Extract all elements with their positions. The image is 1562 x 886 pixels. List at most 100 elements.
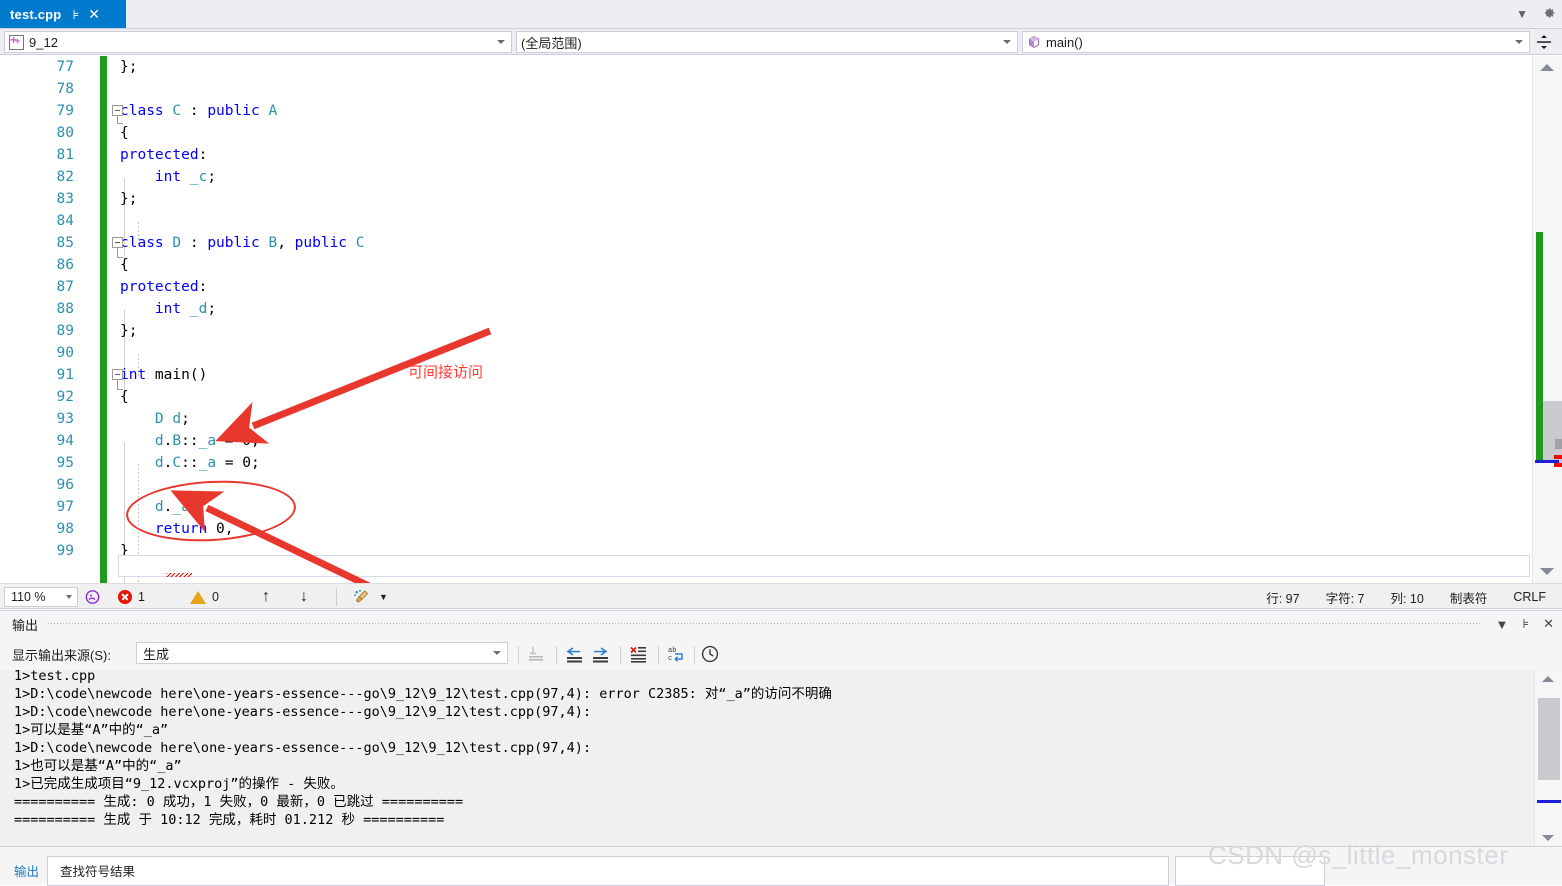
member-dropdown[interactable]: main() — [1022, 31, 1530, 53]
code-line[interactable]: d.C::_a = 0; — [120, 452, 260, 474]
line-number: 96 — [56, 477, 74, 493]
warning-icon — [190, 590, 206, 604]
close-icon[interactable]: ✕ — [1543, 616, 1554, 632]
chevron-down-icon — [493, 651, 501, 655]
output-source-value: 生成 — [143, 646, 170, 662]
scroll-up-arrow-icon[interactable] — [1540, 64, 1554, 71]
collapse-toggle-icon[interactable] — [112, 369, 123, 380]
tab-strip-controls: ▼ — [1516, 0, 1556, 28]
project-dropdown[interactable]: 9_12 — [4, 31, 512, 53]
bottom-tab-find-symbol[interactable]: 查找符号结果 — [60, 861, 135, 880]
code-line[interactable]: D d; — [120, 408, 190, 430]
code-line[interactable]: int main() — [120, 364, 207, 386]
go-to-previous-icon[interactable] — [564, 644, 586, 664]
error-count-indicator[interactable]: 1 — [118, 584, 145, 610]
chevron-down-icon[interactable]: ▼ — [1495, 617, 1508, 632]
editor-vertical-scrollbar[interactable] — [1532, 56, 1562, 583]
show-timestamps-icon[interactable] — [700, 644, 722, 664]
line-number: 85 — [56, 235, 74, 251]
code-line[interactable]: { — [120, 122, 129, 144]
editor-tab-test-cpp[interactable]: test.cpp ⊧ ✕ — [0, 0, 126, 28]
error-count-label: 1 — [138, 590, 145, 604]
line-number: 84 — [56, 213, 74, 229]
code-line[interactable]: class D : public B, public C — [120, 232, 365, 254]
output-line: 1>可以是基“A”中的“_a” — [14, 722, 169, 738]
code-line[interactable]: protected: — [120, 276, 207, 298]
gear-icon[interactable] — [1542, 6, 1556, 22]
warning-count-label: 0 — [212, 590, 219, 604]
code-line[interactable]: d.B::_a = 0; — [120, 430, 260, 452]
clear-errors-icon[interactable] — [628, 644, 650, 664]
code-line[interactable]: class C : public A — [120, 100, 277, 122]
scroll-down-arrow-icon[interactable] — [1542, 835, 1554, 841]
output-panel-header: 输出 ▼ ⊧ ✕ — [0, 611, 1562, 637]
code-line[interactable]: { — [120, 254, 129, 276]
line-ending-indicator: CRLF — [1513, 590, 1546, 604]
collapse-toggle-icon[interactable] — [112, 237, 123, 248]
output-line: 1>D:\code\newcode here\one-years-essence… — [14, 686, 832, 702]
bottom-tab-output[interactable]: 输出 — [14, 861, 39, 880]
header-dotted-rule — [48, 623, 1482, 624]
code-line[interactable]: }; — [120, 320, 137, 342]
line-number: 83 — [56, 191, 74, 207]
previous-issue-button[interactable]: ↑ — [262, 584, 270, 610]
go-to-next-icon-svg — [593, 647, 608, 663]
close-icon[interactable]: ✕ — [88, 7, 100, 21]
visual-studio-window: test.cpp ⊧ ✕ ▼ 9_12 (全局范围) — [0, 0, 1562, 886]
warning-count-indicator[interactable]: 0 — [190, 584, 219, 610]
annotation-indirect-access: 可间接访问 — [408, 363, 484, 381]
scrollbar-caret-marker — [1537, 800, 1561, 803]
line-number: 97 — [56, 499, 74, 515]
line-number: 82 — [56, 169, 74, 185]
zoom-level-dropdown[interactable]: 110 % — [4, 587, 78, 607]
output-line: 1>也可以是基“A”中的“_a” — [14, 758, 182, 774]
intellisense-status-icon[interactable] — [84, 584, 101, 610]
split-view-icon[interactable] — [1535, 33, 1553, 51]
next-issue-button[interactable]: ↓ — [300, 584, 308, 610]
code-editor[interactable]: 77}; 78 79 class C : public A 80 {81 protected… — [0, 56, 1562, 583]
pin-icon[interactable]: ⊧ — [72, 8, 79, 21]
project-dropdown-label: 9_12 — [29, 34, 58, 50]
output-line: 1>已完成生成项目“9_12.vcxproj”的操作 - 失败。 — [14, 776, 344, 792]
chevron-down-icon[interactable]: ▼ — [1516, 8, 1528, 20]
pin-icon[interactable]: ⊧ — [1522, 616, 1529, 632]
code-line[interactable]: int _d; — [120, 298, 216, 320]
clear-all-icon[interactable] — [526, 644, 548, 664]
scrollbar-error-marker — [1554, 455, 1562, 459]
gear-icon-svg — [1544, 8, 1555, 18]
code-line[interactable]: }; — [120, 56, 137, 78]
scroll-down-arrow-icon[interactable] — [1540, 568, 1554, 575]
collapse-toggle-icon[interactable] — [112, 105, 123, 116]
navigation-bar: 9_12 (全局范围) main() — [0, 29, 1562, 55]
scroll-up-arrow-icon[interactable] — [1542, 676, 1554, 682]
bottom-tab-panel — [47, 856, 1169, 886]
code-line[interactable]: protected: — [120, 144, 207, 166]
code-cleanup-button[interactable]: ▼ — [352, 584, 388, 610]
output-panel-title: 输出 — [12, 617, 39, 633]
clear-errors-icon-svg — [630, 646, 646, 663]
go-to-next-icon[interactable] — [590, 644, 612, 664]
line-number: 88 — [56, 301, 74, 317]
column-indicator: 列: 10 — [1390, 591, 1424, 606]
chevron-down-icon — [1515, 40, 1523, 44]
chevron-down-icon — [497, 40, 505, 44]
output-text-body[interactable]: 1>test.cpp 1>D:\code\newcode here\one-yea… — [0, 670, 1534, 847]
output-line: 1>D:\code\newcode here\one-years-essence… — [14, 704, 600, 720]
code-line[interactable]: { — [120, 386, 129, 408]
output-vertical-scrollbar[interactable] — [1534, 670, 1562, 847]
code-line[interactable]: }; — [120, 188, 137, 210]
watermark: CSDN @s_little_monster — [1208, 840, 1509, 870]
cpp-project-icon — [9, 33, 24, 50]
divider — [336, 588, 337, 606]
code-line[interactable]: int _c; — [120, 166, 216, 188]
scrollbar-thumb[interactable] — [1543, 401, 1562, 463]
output-line: ========== 生成 于 10:12 完成，耗时 01.212 秒 ===… — [14, 812, 445, 828]
scope-dropdown[interactable]: (全局范围) — [516, 31, 1018, 53]
editor-tab-strip: test.cpp ⊧ ✕ ▼ — [0, 0, 1562, 29]
word-wrap-icon[interactable]: ab c — [666, 644, 688, 664]
output-toolbar: 显示输出来源(S): 生成 ab c — [0, 638, 1562, 670]
scrollbar-thumb[interactable] — [1538, 698, 1560, 780]
output-source-dropdown[interactable]: 生成 — [136, 642, 508, 664]
arrow-up-icon: ↑ — [262, 588, 270, 605]
output-line: 1>D:\code\newcode here\one-years-essence… — [14, 740, 600, 756]
